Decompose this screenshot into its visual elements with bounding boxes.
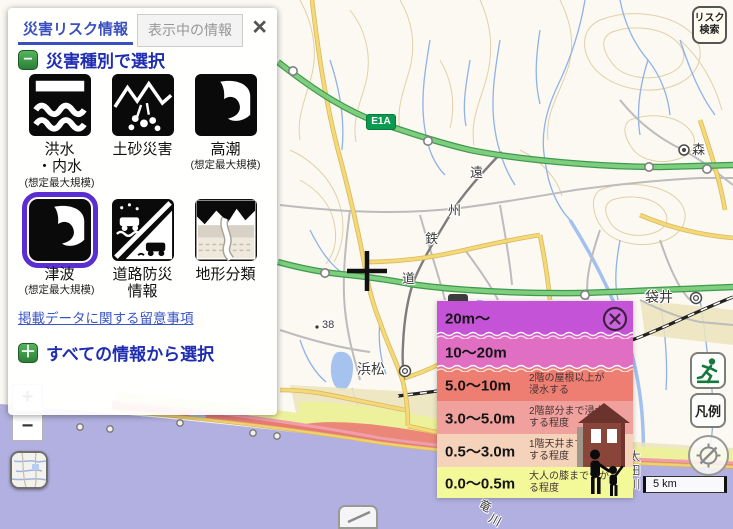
section-title: すべての情報から選択 <box>46 340 214 365</box>
depth-range: 0.5〜3.0m <box>445 440 515 461</box>
town-label-fukuroi: 袋井 <box>645 290 673 304</box>
legend-button-label: 凡例 <box>695 401 721 420</box>
panel-tabs: 災害リスク情報 表示中の情報 × <box>18 14 271 44</box>
evacuation-site-button[interactable] <box>690 352 726 389</box>
hazard-label: 洪水 <box>18 141 101 158</box>
overview-map-thumbnail <box>12 453 46 487</box>
collapse-icon[interactable]: − <box>18 50 38 70</box>
hazard-label: 土砂災害 <box>101 141 184 158</box>
section-select-all: ＋ すべての情報から選択 <box>18 340 214 365</box>
wave-separator <box>437 331 633 339</box>
town-label-mori: 森 <box>692 143 705 156</box>
wave-separator <box>437 364 633 372</box>
hazard-sublabel: (想定最大規模) <box>18 177 101 190</box>
depth-range: 10〜20m <box>445 341 507 362</box>
legend-close-icon[interactable] <box>602 306 628 332</box>
legend-row: 5.0〜10m 2階の屋根以上が浸水する <box>437 368 633 401</box>
railway-label-char3: 鉄 <box>425 232 438 245</box>
hazard-sublabel: (想定最大規模) <box>184 159 267 172</box>
depth-range: 5.0〜10m <box>445 374 511 395</box>
expand-icon[interactable]: ＋ <box>18 343 38 363</box>
panel-close-icon[interactable]: × <box>248 14 271 40</box>
person-depth-icon <box>583 448 627 498</box>
hazard-storm-surge[interactable]: 高潮 (想定最大規模) <box>184 74 267 189</box>
hazard-label: 情報 <box>101 283 184 300</box>
hazard-label: 道路防災 <box>101 266 184 283</box>
hazard-road-disaster[interactable]: 道路防災 情報 <box>101 199 184 301</box>
section-title: 災害種別で選択 <box>46 47 165 72</box>
risk-search-button[interactable]: リスク 検索 <box>692 6 727 44</box>
storm-surge-icon <box>195 74 257 136</box>
road-disaster-icon <box>112 199 174 261</box>
hazard-tsunami[interactable]: 津波 (想定最大規模) <box>18 199 101 301</box>
hazard-label: 津波 <box>18 266 101 283</box>
current-location-button[interactable] <box>688 435 729 476</box>
railway-label-char2: 州 <box>448 204 461 217</box>
expressway-badge: E1A <box>366 114 396 130</box>
section-select-by-type: − 災害種別で選択 <box>18 47 165 72</box>
depth-range: 0.0〜0.5m <box>445 472 515 493</box>
hazard-type-grid: 洪水 ・内水 (想定最大規模) 土砂災害 <box>18 74 267 301</box>
tsunami-depth-legend: 20m〜 10〜20m 5.0〜10m 2階の屋根以上が浸水する 3.0〜5.0… <box>437 301 633 498</box>
data-notes-link[interactable]: 掲載データに関する留意事項 <box>18 307 194 327</box>
scale-label: 5 km <box>653 478 677 490</box>
hazard-label: ・内水 <box>18 158 101 175</box>
zoom-out-button[interactable]: − <box>12 413 43 441</box>
hazard-sublabel: (想定最大規模) <box>18 284 101 297</box>
evacuation-runner-icon <box>695 357 722 384</box>
risk-search-label: 検索 <box>700 25 720 38</box>
terrain-classification-icon <box>195 199 257 261</box>
elevation-label: 38 <box>322 320 334 331</box>
disaster-risk-panel: 災害リスク情報 表示中の情報 × − 災害種別で選択 洪水 ・内水 (想定最大規… <box>8 8 277 415</box>
tab-displayed-info[interactable]: 表示中の情報 <box>137 14 243 47</box>
hazard-label: 高潮 <box>184 141 267 158</box>
tsunami-icon <box>29 199 91 261</box>
hazard-flood[interactable]: 洪水 ・内水 (想定最大規模) <box>18 74 101 189</box>
depth-description: 2階の屋根以上が浸水する <box>529 373 611 397</box>
depth-range: 20m〜 <box>445 308 490 329</box>
overview-map-button[interactable] <box>10 451 48 489</box>
hazard-terrain[interactable]: 地形分類 <box>184 199 267 301</box>
location-off-icon <box>695 442 722 469</box>
landslide-icon <box>112 74 174 136</box>
risk-search-label: リスク <box>695 13 725 26</box>
railway-label-char4: 道 <box>402 272 415 285</box>
legend-toggle-button[interactable]: 凡例 <box>690 393 726 428</box>
flood-icon <box>29 74 91 136</box>
railway-label-char1: 遠 <box>470 166 483 179</box>
partial-tool-button[interactable] <box>338 505 378 529</box>
tool-icon <box>346 510 372 524</box>
tab-disaster-risk-info[interactable]: 災害リスク情報 <box>18 14 133 45</box>
hazard-label: 地形分類 <box>184 266 267 283</box>
depth-range: 3.0〜5.0m <box>445 407 515 428</box>
hazard-landslide[interactable]: 土砂災害 <box>101 74 184 189</box>
map-application: E1A 森 袋井 浜松 38 遠 州 鉄 道 竜 川 太田川 20m〜 10〜2… <box>0 0 733 529</box>
town-label-hamamatsu: 浜松 <box>357 362 385 376</box>
scale-bar: 5 km <box>643 476 727 493</box>
